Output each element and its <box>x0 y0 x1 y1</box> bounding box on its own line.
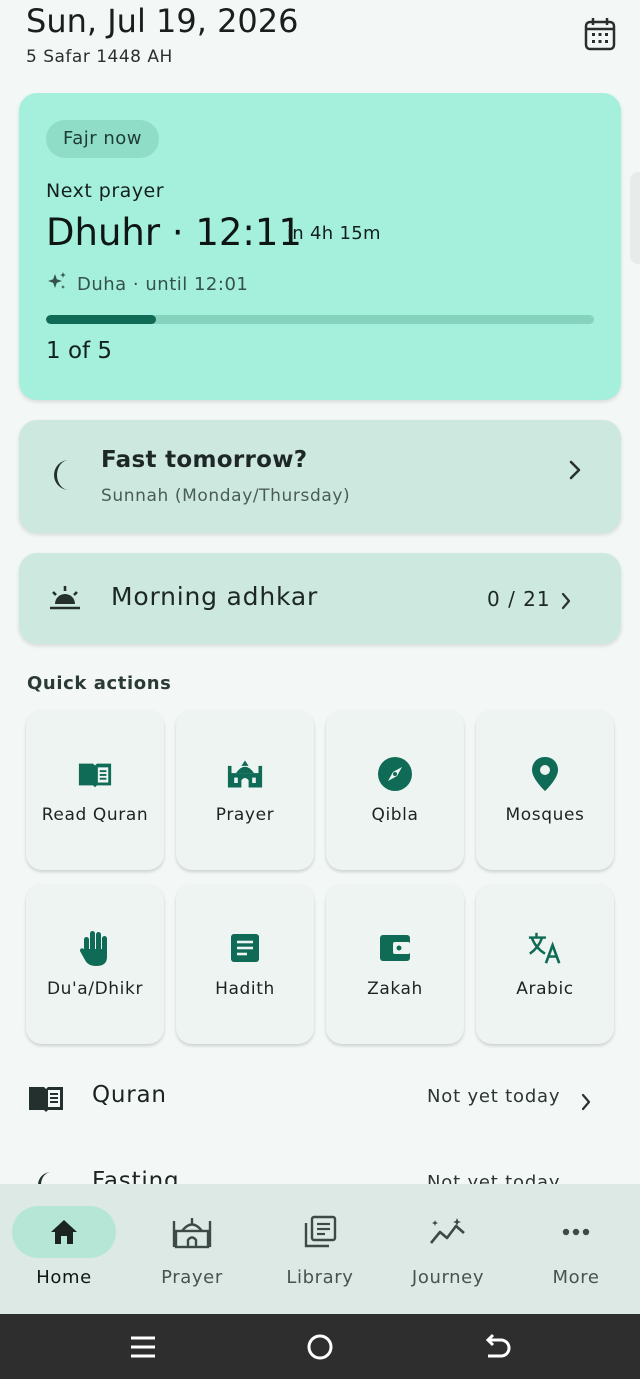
quick-action-label: Zakah <box>367 979 423 999</box>
location-pin-icon <box>527 756 563 792</box>
quick-action-read-quran[interactable]: Read Quran <box>26 710 164 870</box>
moon-icon <box>49 458 77 492</box>
current-prayer-pill: Fajr now <box>46 120 159 158</box>
moon-icon <box>33 1170 57 1184</box>
quran-label: Quran <box>92 1082 167 1108</box>
quran-progress-row[interactable]: Quran Not yet today <box>0 1070 640 1126</box>
wallet-icon <box>377 930 413 966</box>
compass-icon <box>377 756 413 792</box>
date-title: Sun, Jul 19, 2026 <box>26 2 299 40</box>
article-icon <box>227 930 263 966</box>
sparkle-icon <box>46 271 68 298</box>
fasting-progress-row[interactable]: Fasting Not yet today <box>0 1160 640 1184</box>
next-prayer-card[interactable]: Fajr now Next prayer Dhuhr · 12:11 in 4h… <box>19 93 621 400</box>
nav-label: Home <box>36 1267 92 1288</box>
nav-home[interactable]: Home <box>0 1184 128 1314</box>
quick-action-zakah[interactable]: Zakah <box>326 884 464 1044</box>
quick-action-dua-dhikr[interactable]: Du'a/Dhikr <box>26 884 164 1044</box>
fast-tomorrow-card[interactable]: Fast tomorrow? Sunnah (Monday/Thursday) <box>19 420 621 533</box>
quick-action-label: Qibla <box>371 805 419 825</box>
edge-panel-handle[interactable] <box>630 172 640 264</box>
chevron-right-icon <box>580 1089 592 1119</box>
nav-label: Library <box>286 1267 354 1288</box>
quick-action-mosques[interactable]: Mosques <box>476 710 614 870</box>
chevron-right-icon <box>560 588 572 618</box>
fasting-status: Not yet today <box>427 1172 561 1184</box>
fast-title: Fast tomorrow? <box>101 447 308 473</box>
system-navigation-bar <box>0 1314 640 1379</box>
prayer-progress-bar <box>46 315 594 324</box>
quick-action-qibla[interactable]: Qibla <box>326 710 464 870</box>
quick-action-label: Arabic <box>516 979 574 999</box>
system-home-icon[interactable] <box>304 1331 336 1363</box>
nav-label: More <box>552 1267 600 1288</box>
hijri-date: 5 Safar 1448 AH <box>26 47 173 67</box>
morning-adhkar-card[interactable]: Morning adhkar 0 / 21 <box>19 553 621 644</box>
bottom-navigation: Home Prayer Library Journey More <box>0 1184 640 1314</box>
quick-actions-title: Quick actions <box>27 673 172 694</box>
translate-icon <box>527 930 563 966</box>
book-icon <box>77 756 113 792</box>
sunrise-icon <box>49 584 81 616</box>
quick-action-prayer[interactable]: Prayer <box>176 710 314 870</box>
nav-library[interactable]: Library <box>256 1184 384 1314</box>
more-icon <box>524 1206 628 1258</box>
quick-action-label: Mosques <box>505 805 585 825</box>
nav-journey[interactable]: Journey <box>384 1184 512 1314</box>
book-icon <box>27 1085 65 1117</box>
quick-action-label: Read Quran <box>41 805 149 825</box>
mosque-icon <box>227 756 263 792</box>
header: Sun, Jul 19, 2026 5 Safar 1448 AH <box>26 0 626 80</box>
quick-action-label: Prayer <box>215 805 275 825</box>
duha-info: Duha · until 12:01 <box>46 271 248 298</box>
back-icon[interactable] <box>481 1331 513 1363</box>
prayer-progress-fill <box>46 315 156 324</box>
library-icon <box>268 1206 372 1258</box>
recents-icon[interactable] <box>127 1331 159 1363</box>
quick-action-label: Hadith <box>215 979 275 999</box>
time-until-next: in 4h 15m <box>287 223 381 244</box>
prayer-count: 1 of 5 <box>46 338 113 364</box>
home-icon <box>12 1206 116 1258</box>
journey-icon <box>396 1206 500 1258</box>
quick-action-arabic[interactable]: Arabic <box>476 884 614 1044</box>
next-prayer-label: Next prayer <box>46 180 165 202</box>
mosque-icon <box>140 1206 244 1258</box>
adhkar-title: Morning adhkar <box>111 582 319 611</box>
calendar-icon[interactable] <box>584 17 616 51</box>
fasting-label: Fasting <box>92 1168 180 1184</box>
quran-status: Not yet today <box>427 1086 561 1107</box>
duha-text: Duha · until 12:01 <box>77 274 249 295</box>
quick-action-hadith[interactable]: Hadith <box>176 884 314 1044</box>
hand-icon <box>77 930 113 966</box>
nav-prayer[interactable]: Prayer <box>128 1184 256 1314</box>
nav-more[interactable]: More <box>512 1184 640 1314</box>
next-prayer-time: Dhuhr · 12:11 <box>46 211 302 254</box>
quick-action-label: Du'a/Dhikr <box>46 979 144 999</box>
adhkar-count: 0 / 21 <box>487 587 551 611</box>
nav-label: Prayer <box>161 1267 223 1288</box>
fast-subtitle: Sunnah (Monday/Thursday) <box>101 486 351 506</box>
nav-label: Journey <box>411 1267 485 1288</box>
chevron-right-icon <box>567 458 583 489</box>
